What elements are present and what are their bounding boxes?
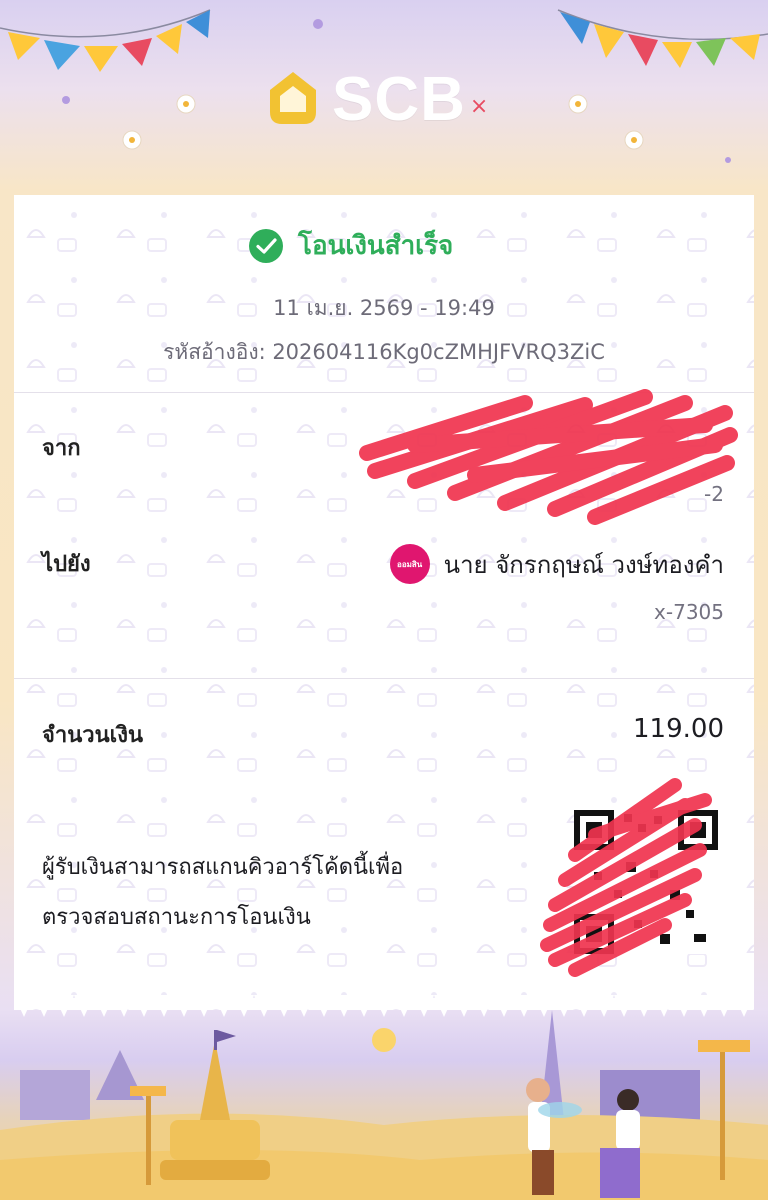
transaction-datetime: 11 เม.ย. 2569 - 19:49 (273, 296, 495, 320)
scb-logo-icon (270, 72, 316, 124)
recipient-account: x-7305 (654, 600, 724, 624)
reference-number: รหัสอ้างอิง: 202604116Kg0cZMHJFVRQ3ZiC (163, 340, 605, 364)
redaction-scribble-sender (359, 389, 738, 525)
amount-value: 119.00 (633, 714, 724, 744)
status-text: โอนเงินสำเร็จ (298, 231, 454, 261)
bank-logo-text: ออมสิน (397, 559, 423, 569)
scb-logo: SCB × (262, 64, 488, 134)
close-icon: × (469, 93, 489, 119)
songkran-illustration (0, 1010, 768, 1200)
bank-logo: ออมสิน (389, 544, 430, 584)
status-row: โอนเงินสำเร็จ (248, 225, 453, 266)
redaction-scribble-qr (540, 778, 712, 977)
qr-note: ผู้รับเงินสามารถสแกนคิวอาร์โค้ดนี้เพื่อ … (42, 843, 403, 943)
qr-note-line1: ผู้รับเงินสามารถสแกนคิวอาร์โค้ดนี้เพื่อ (42, 855, 404, 880)
check-circle-icon (249, 228, 283, 263)
brand-name: SCB (332, 64, 466, 134)
recipient-row: ออมสิน นาย จักรกฤษณ์ วงษ์ทองคำ (389, 544, 724, 584)
from-label: จาก (42, 436, 81, 461)
qr-note-line2: ตรวจสอบสถานะการโอนเงิน (42, 905, 311, 930)
recipient-name: นาย จักรกฤษณ์ วงษ์ทองคำ (443, 550, 724, 579)
recipient-account-number: x-7305 (654, 600, 724, 624)
section-divider (14, 678, 754, 679)
to-label: ไปยัง (42, 552, 91, 577)
amount-label: จำนวนเงิน (42, 723, 143, 748)
